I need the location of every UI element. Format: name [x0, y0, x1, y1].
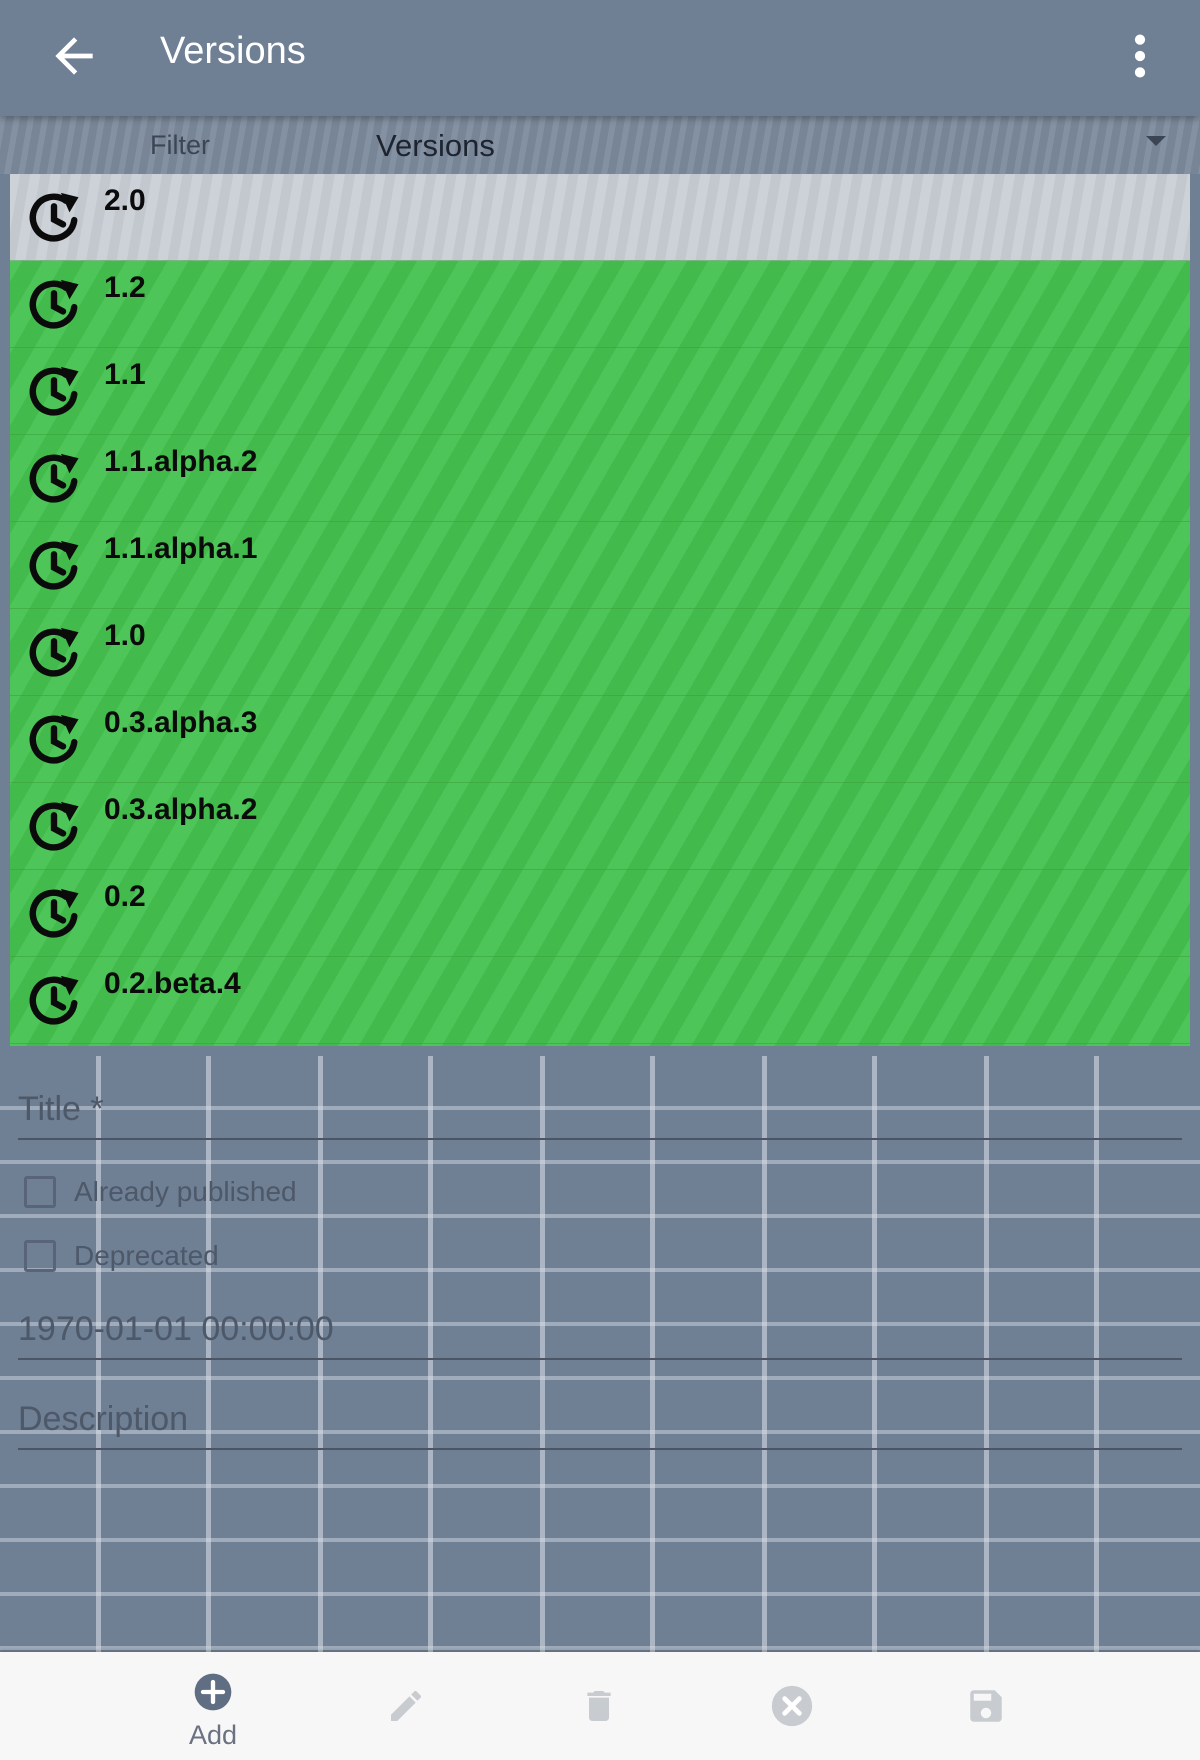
published-label: Already published: [74, 1176, 297, 1207]
add-label: Add: [188, 1720, 238, 1750]
version-label: 1.1.alpha.1: [104, 532, 258, 565]
history-icon: [22, 186, 86, 250]
trash-icon: [587, 1691, 611, 1721]
app-bar: Versions: [0, 0, 1200, 116]
version-list-item[interactable]: 1.2: [10, 261, 1190, 348]
version-label: 0.2: [104, 880, 146, 913]
back-button[interactable]: [46, 28, 102, 84]
filter-selected-value: Versions: [376, 128, 495, 163]
edit-button[interactable]: [346, 1652, 466, 1760]
arrow-left-icon: [55, 37, 93, 75]
filter-label: Filter: [150, 130, 210, 160]
version-list-item[interactable]: 1.1: [10, 348, 1190, 435]
pencil-icon: [391, 1690, 422, 1721]
close-circle-icon: [771, 1685, 813, 1727]
date-value: 1970-01-01 00:00:00: [18, 1310, 334, 1348]
published-checkbox[interactable]: [24, 1176, 56, 1208]
description-underline: [18, 1448, 1182, 1450]
version-list-item[interactable]: 0.2: [10, 870, 1190, 957]
history-icon: [22, 969, 86, 1033]
version-list-item[interactable]: 1.1.alpha.2: [10, 435, 1190, 522]
cancel-button[interactable]: [732, 1652, 852, 1760]
version-list-item[interactable]: 2.0: [10, 174, 1190, 261]
title-underline: [18, 1138, 1182, 1140]
overflow-menu-button[interactable]: [1120, 28, 1160, 84]
deprecated-label: Deprecated: [74, 1240, 219, 1271]
filter-dropdown[interactable]: Versions: [360, 120, 1180, 170]
title-field[interactable]: Title *: [18, 1086, 1182, 1140]
version-label: 0.2.beta.4: [104, 967, 241, 1000]
add-circle-icon: [194, 1673, 232, 1711]
history-icon: [22, 795, 86, 859]
page-title: Versions: [160, 30, 306, 72]
history-icon: [22, 708, 86, 772]
add-button[interactable]: Add: [153, 1652, 273, 1760]
history-icon: [22, 360, 86, 424]
background-grid-line: [0, 1376, 1200, 1380]
version-list-item[interactable]: 0.2.beta.4: [10, 957, 1190, 1044]
description-field[interactable]: Description: [18, 1396, 1182, 1450]
bottom-action-bar: Add: [0, 1652, 1200, 1760]
version-label: 1.0: [104, 619, 146, 652]
date-field[interactable]: 1970-01-01 00:00:00: [18, 1306, 1182, 1360]
description-placeholder: Description: [18, 1400, 189, 1438]
background-grid-line: [0, 1592, 1200, 1596]
version-list-item[interactable]: 0.3.alpha.2: [10, 783, 1190, 870]
dropdown-arrow-icon: [1146, 136, 1166, 146]
history-icon: [22, 621, 86, 685]
title-placeholder: Title *: [18, 1090, 104, 1128]
version-label: 0.3.alpha.3: [104, 706, 258, 739]
deprecated-checkbox[interactable]: [24, 1240, 56, 1272]
background-grid-line: [0, 1646, 1200, 1650]
save-button[interactable]: [925, 1652, 1045, 1760]
history-icon: [22, 273, 86, 337]
version-form: Title * Already published Deprecated 197…: [0, 1056, 1200, 1652]
version-label: 0.3.alpha.2: [104, 793, 258, 826]
history-icon: [22, 534, 86, 598]
history-icon: [22, 447, 86, 511]
date-underline: [18, 1358, 1182, 1360]
background-grid-line: [0, 1484, 1200, 1488]
delete-button[interactable]: [539, 1652, 659, 1760]
background-grid-line: [0, 1214, 1200, 1218]
version-label: 1.1: [104, 358, 146, 391]
background-grid-line: [0, 1538, 1200, 1542]
version-list-item[interactable]: 0.3.alpha.3: [10, 696, 1190, 783]
background-grid-line: [0, 1160, 1200, 1164]
history-icon: [22, 882, 86, 946]
version-list: 2.0 1.2 1.1 1.1.alpha.2 1.1.alpha.1 1.0 0.3.al…: [10, 174, 1190, 1046]
version-label: 1.1.alpha.2: [104, 445, 258, 478]
version-label: 1.2: [104, 271, 146, 304]
save-icon: [970, 1690, 1002, 1722]
more-vertical-icon: [1134, 34, 1146, 78]
filter-row: Filter Versions: [0, 116, 1200, 174]
version-list-item[interactable]: 1.0: [10, 609, 1190, 696]
version-label: 2.0: [104, 184, 146, 217]
version-list-item[interactable]: 1.1.alpha.1: [10, 522, 1190, 609]
